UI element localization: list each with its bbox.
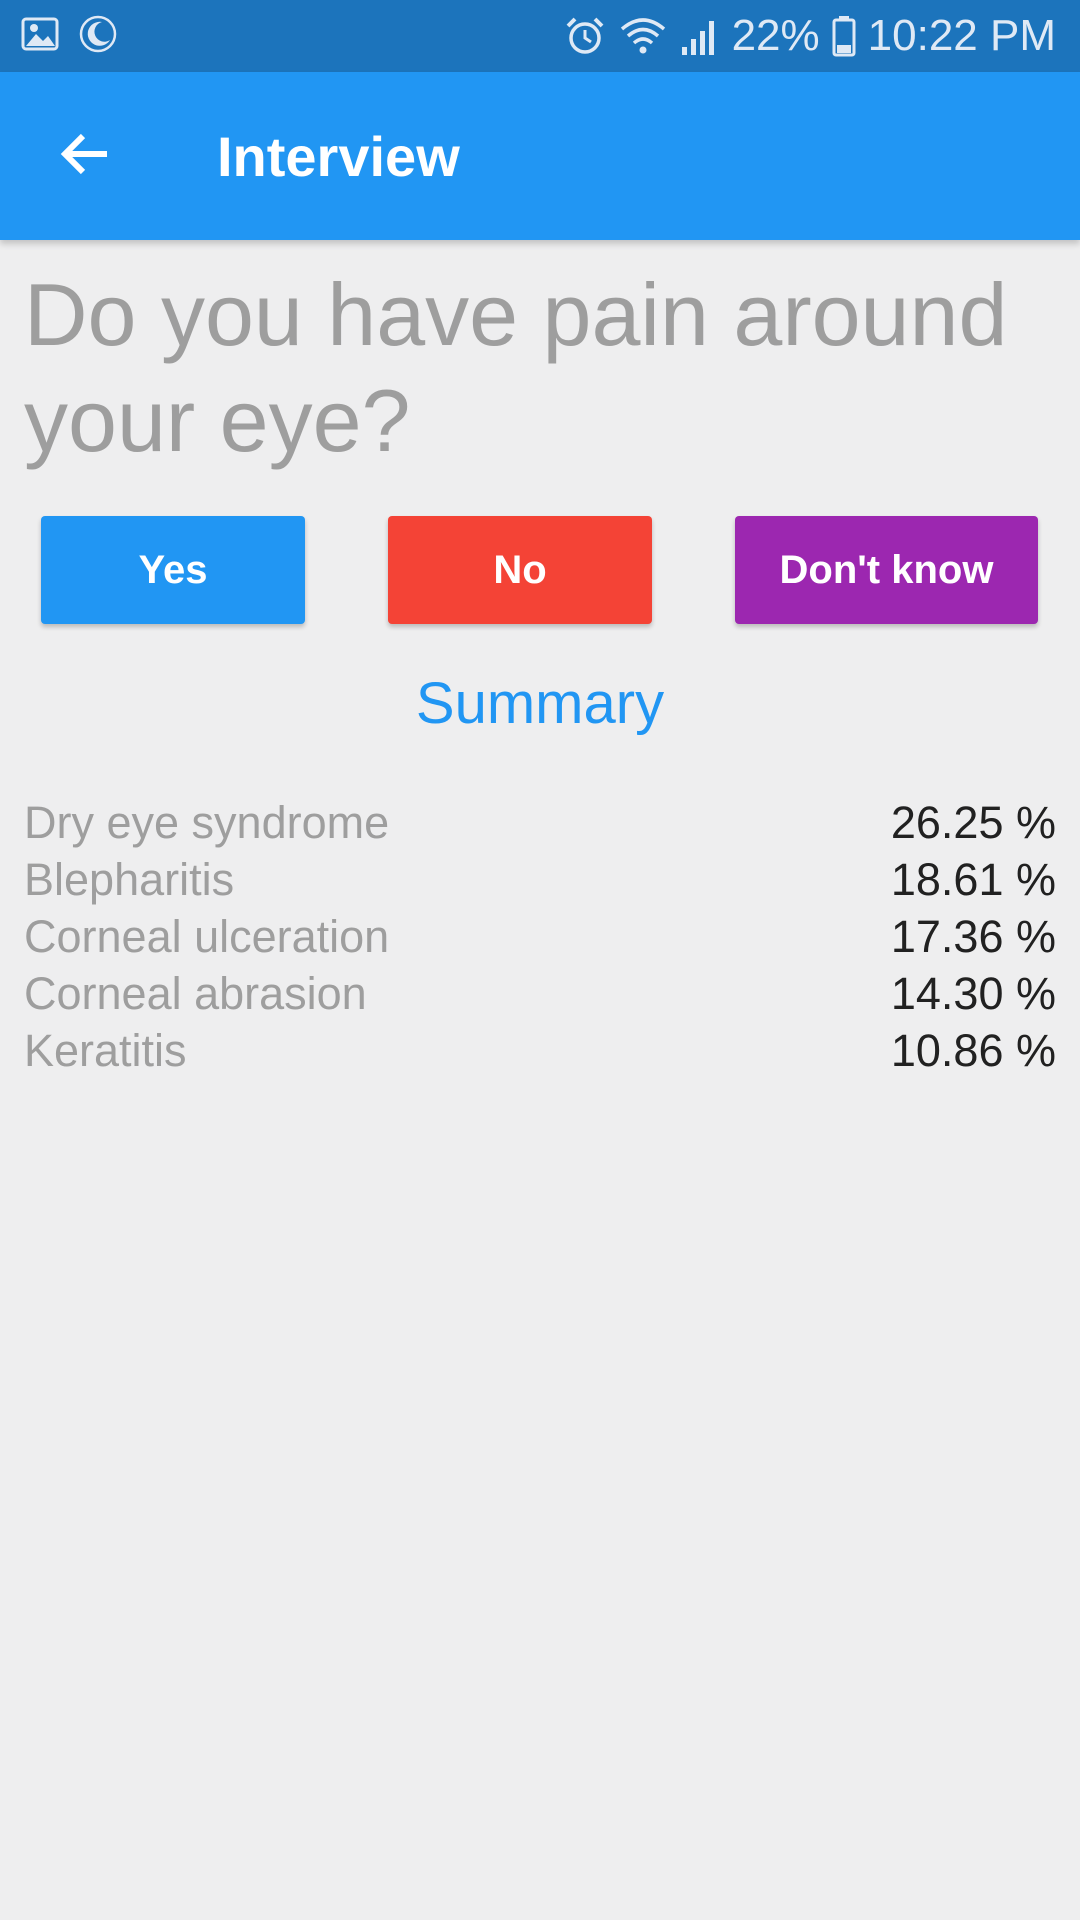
no-button[interactable]: No (388, 516, 652, 624)
condition-percentage: 26.25 % (890, 796, 1056, 848)
page-title: Interview (217, 124, 460, 188)
status-left-icons (20, 14, 118, 54)
condition-name: Dry eye syndrome (24, 796, 390, 848)
condition-name: Corneal abrasion (24, 967, 367, 1019)
condition-percentage: 18.61 % (890, 853, 1056, 905)
signal-icon (680, 15, 720, 57)
condition-name: Corneal ulceration (24, 910, 390, 962)
dont-know-button[interactable]: Don't know (735, 516, 1038, 624)
condition-name: Blepharitis (24, 853, 235, 905)
back-button[interactable] (40, 114, 130, 198)
alarm-icon (564, 15, 606, 57)
moon-icon (78, 14, 118, 54)
summary-row: Keratitis 10.86 % (24, 1022, 1056, 1079)
condition-name: Keratitis (24, 1024, 187, 1076)
summary-row: Corneal abrasion 14.30 % (24, 965, 1056, 1022)
gallery-icon (20, 14, 60, 54)
condition-percentage: 14.30 % (890, 967, 1056, 1019)
status-bar: 22% 10:22 PM (0, 0, 1080, 72)
condition-percentage: 10.86 % (890, 1024, 1056, 1076)
summary-row: Dry eye syndrome 26.25 % (24, 794, 1056, 851)
arrow-left-icon (57, 126, 113, 187)
app-bar: Interview (0, 72, 1080, 240)
wifi-icon (618, 15, 668, 57)
battery-percentage: 22% (731, 11, 820, 60)
battery-icon (832, 15, 856, 57)
summary-title: Summary (415, 671, 665, 736)
status-right-icons: 22% 10:22 PM (564, 0, 1056, 72)
summary-row: Blepharitis 18.61 % (24, 851, 1056, 908)
yes-button[interactable]: Yes (41, 516, 305, 624)
condition-percentage: 17.36 % (890, 910, 1056, 962)
summary-row: Corneal ulceration 17.36 % (24, 908, 1056, 965)
status-time: 10:22 PM (867, 11, 1056, 60)
summary-list: Dry eye syndrome 26.25 % Blepharitis 18.… (24, 794, 1056, 1079)
question-text: Do you have pain around your eye? (24, 265, 1008, 470)
